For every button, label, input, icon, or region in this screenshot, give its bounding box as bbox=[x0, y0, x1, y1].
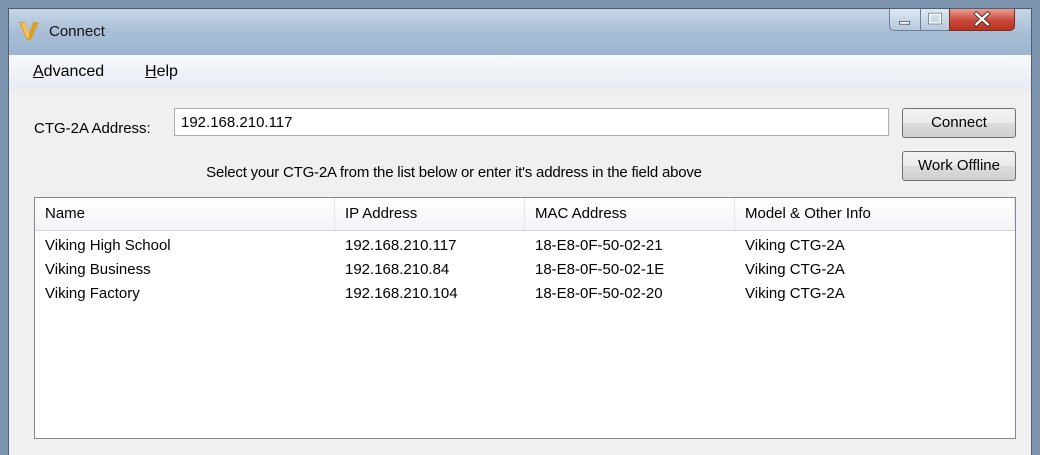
address-input[interactable] bbox=[174, 108, 889, 136]
minimize-button[interactable] bbox=[889, 9, 921, 31]
menu-help-label: elp bbox=[156, 63, 178, 80]
device-name: Viking Business bbox=[45, 261, 151, 278]
title-bar[interactable]: Connect bbox=[9, 9, 1031, 56]
device-ip: 192.168.210.104 bbox=[345, 285, 458, 302]
instruction-text: Select your CTG-2A from the list below o… bbox=[206, 164, 702, 181]
connect-button[interactable]: Connect bbox=[902, 108, 1016, 138]
close-button[interactable] bbox=[949, 9, 1015, 31]
column-header-mac[interactable]: MAC Address bbox=[525, 198, 735, 230]
column-header-ip[interactable]: IP Address bbox=[335, 198, 525, 230]
device-ip: 192.168.210.84 bbox=[345, 261, 450, 278]
menu-advanced-accelerator: A bbox=[33, 63, 44, 80]
device-mac: 18-E8-0F-50-02-20 bbox=[535, 285, 663, 302]
device-name: Viking Factory bbox=[45, 285, 140, 302]
device-model: Viking CTG-2A bbox=[745, 261, 845, 278]
device-ip: 192.168.210.117 bbox=[345, 237, 457, 254]
menu-bar: Advanced Help bbox=[9, 55, 1031, 89]
column-header-name[interactable]: Name bbox=[35, 198, 335, 230]
device-mac: 18-E8-0F-50-02-21 bbox=[535, 237, 663, 254]
close-icon bbox=[973, 10, 991, 28]
device-row[interactable]: Viking Business 192.168.210.84 18-E8-0F-… bbox=[35, 258, 1015, 282]
minimize-icon bbox=[899, 21, 911, 25]
device-mac: 18-E8-0F-50-02-1E bbox=[535, 261, 665, 278]
column-header-model[interactable]: Model & Other Info bbox=[735, 198, 1015, 230]
menu-advanced[interactable]: Advanced bbox=[33, 63, 104, 81]
device-model: Viking CTG-2A bbox=[745, 237, 845, 254]
window-title: Connect bbox=[49, 23, 105, 40]
connect-window: Connect Advanced Help CTG-2A Address: Co… bbox=[8, 8, 1032, 455]
device-row[interactable]: Viking Factory 192.168.210.104 18-E8-0F-… bbox=[35, 282, 1015, 306]
device-name: Viking High School bbox=[45, 237, 171, 254]
device-row[interactable]: Viking High School 192.168.210.117 18-E8… bbox=[35, 234, 1015, 258]
work-offline-button[interactable]: Work Offline bbox=[902, 151, 1016, 181]
maximize-button[interactable] bbox=[920, 9, 950, 31]
menu-help[interactable]: Help bbox=[145, 63, 178, 81]
device-model: Viking CTG-2A bbox=[745, 285, 845, 302]
maximize-icon bbox=[928, 12, 942, 25]
menu-help-accelerator: H bbox=[145, 63, 157, 80]
device-list[interactable]: Name IP Address MAC Address Model & Othe… bbox=[34, 197, 1016, 439]
address-label: CTG-2A Address: bbox=[34, 120, 151, 137]
viking-v-logo-icon bbox=[19, 22, 39, 40]
menu-advanced-label: dvanced bbox=[43, 63, 105, 80]
device-list-header: Name IP Address MAC Address Model & Othe… bbox=[35, 198, 1015, 231]
